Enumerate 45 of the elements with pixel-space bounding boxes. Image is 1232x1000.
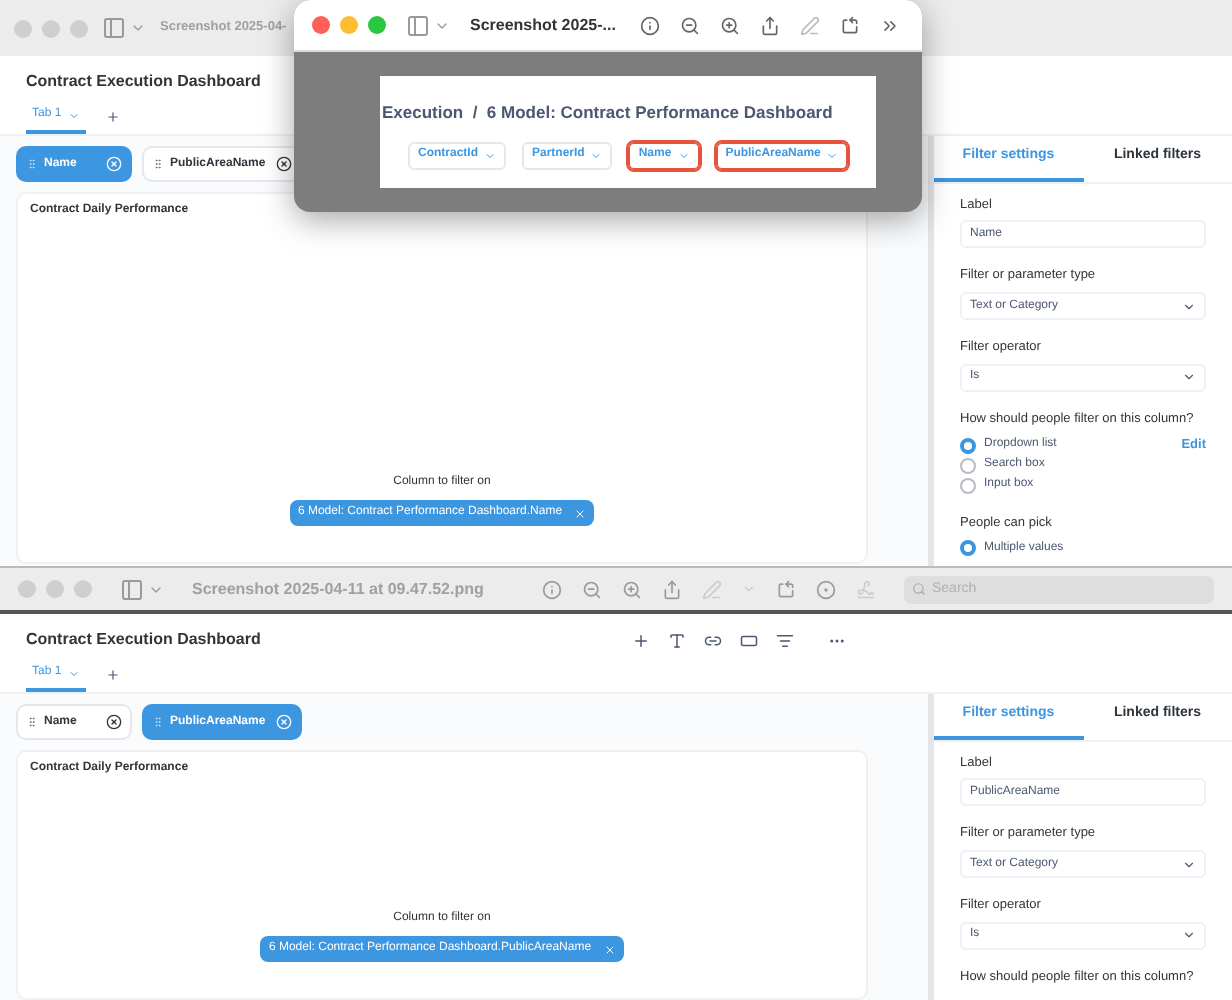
chevron-icon: [677, 149, 690, 162]
chevron-icon: [484, 149, 496, 162]
remove-icon[interactable]: [275, 156, 292, 172]
sidebar-icon[interactable]: [102, 16, 126, 40]
dashboard-title: Contract Execution Dashboard: [26, 70, 261, 94]
zoom-out-icon[interactable]: [679, 15, 700, 35]
zoom-in-icon[interactable]: [719, 15, 740, 35]
more-icon[interactable]: [879, 15, 900, 35]
chevron-icon: [590, 149, 603, 162]
chevron-icon: [67, 109, 80, 121]
link-icon[interactable]: [704, 631, 722, 649]
chevron-icon: [826, 149, 839, 162]
info-icon[interactable]: [639, 15, 660, 35]
add-tab-icon[interactable]: [105, 110, 120, 124]
share-icon[interactable]: [662, 579, 682, 599]
zoom-out-icon[interactable]: [582, 579, 602, 599]
window-title: Screenshot 2025-04-11 at 09.47.52.png: [192, 577, 484, 601]
rotate-icon[interactable]: [776, 579, 796, 599]
remove-icon[interactable]: [106, 714, 122, 730]
search-icon: [912, 582, 926, 596]
window-title: Screenshot 2025-...: [470, 13, 616, 37]
add-tab-icon[interactable]: [105, 668, 120, 682]
chevron-icon: [1182, 370, 1196, 385]
breadcrumb: Execution / 6 Model: Contract Performance Dashboard: [380, 100, 835, 126]
filter-icon[interactable]: [776, 631, 794, 649]
radio-button[interactable]: [960, 540, 976, 557]
pen-icon[interactable]: [799, 15, 820, 35]
add-icon[interactable]: [632, 631, 650, 649]
chevron-icon[interactable]: [130, 20, 146, 36]
sidebar-icon[interactable]: [406, 13, 430, 37]
pen-icon[interactable]: [702, 579, 722, 599]
chevron-icon: [1182, 928, 1196, 943]
markup-icon[interactable]: [816, 579, 836, 599]
text-icon[interactable]: [668, 631, 686, 649]
card-icon[interactable]: [740, 631, 758, 649]
dashboard-title: Contract Execution Dashboard: [26, 628, 261, 652]
sidebar-icon[interactable]: [120, 577, 144, 601]
chevron-icon: [67, 667, 80, 679]
chevron-icon: [1182, 299, 1196, 313]
info-icon[interactable]: [542, 579, 562, 599]
rotate-icon[interactable]: [839, 15, 860, 35]
zoom-in-icon[interactable]: [622, 579, 642, 599]
signature-icon[interactable]: [856, 579, 876, 599]
chevron-icon: [1182, 857, 1196, 871]
share-icon[interactable]: [759, 15, 780, 35]
